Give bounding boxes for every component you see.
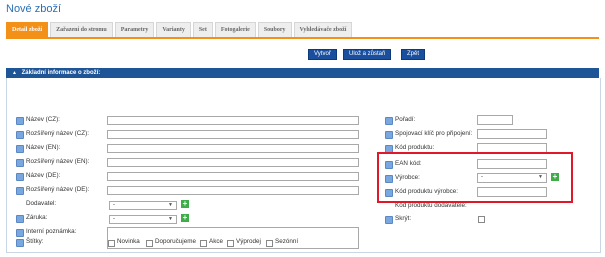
ext-name-en-input[interactable] <box>107 158 359 167</box>
tag-checkbox-doporucujeme[interactable] <box>146 240 153 247</box>
help-icon[interactable] <box>16 173 24 181</box>
warranty-value: - <box>113 216 115 222</box>
back-button[interactable]: Zpět <box>401 49 426 60</box>
tab-tree-assignment[interactable]: Zařazení do stromu <box>50 22 113 37</box>
hide-label: Skrýt: <box>395 215 412 222</box>
help-icon[interactable] <box>385 131 393 139</box>
tag-checkbox-novinka[interactable] <box>108 240 115 247</box>
help-icon[interactable] <box>16 117 24 125</box>
warranty-label: Záruka: <box>26 214 48 221</box>
tag-label-akce: Akce <box>209 238 223 245</box>
ext-name-cz-input[interactable] <box>107 130 359 139</box>
name-de-input[interactable] <box>107 172 359 181</box>
tab-set[interactable]: Set <box>192 22 213 37</box>
help-icon[interactable] <box>16 131 24 139</box>
ext-name-de-label: Rozšířený název (DE): <box>26 186 90 193</box>
section-title: Základní informace o zboží: <box>21 70 101 76</box>
order-input[interactable] <box>477 115 513 125</box>
tab-bar: Detail zboží Zařazení do stromu Parametr… <box>6 22 354 37</box>
product-code-label: Kód produktu: <box>395 144 435 151</box>
section-header[interactable]: ▲ Základní informace o zboží: <box>6 68 599 78</box>
tab-underline <box>6 37 599 39</box>
tab-search-engines[interactable]: Vyhledávače zboží <box>293 22 353 37</box>
hide-checkbox[interactable] <box>478 216 485 223</box>
create-button[interactable]: Vytvoř <box>308 49 337 60</box>
name-cz-input[interactable] <box>107 116 359 125</box>
help-icon[interactable] <box>16 239 24 247</box>
help-icon[interactable] <box>16 229 24 237</box>
tags-label: Štítky: <box>26 238 44 245</box>
tab-parameters[interactable]: Parametry <box>114 22 155 37</box>
ext-name-de-input[interactable] <box>107 186 359 195</box>
supplier-value: - <box>113 202 115 208</box>
tag-label-sezonni: Sezónní <box>275 238 299 245</box>
supplier-label: Dodavatel: <box>26 200 57 207</box>
warranty-select[interactable]: - ▼ <box>109 215 177 224</box>
supplier-select[interactable]: - ▼ <box>109 201 177 210</box>
chevron-down-icon: ▼ <box>168 216 173 222</box>
name-de-label: Název (DE): <box>26 172 61 179</box>
tab-variants[interactable]: Varianty <box>156 22 191 37</box>
internal-note-label: Interní poznámka: <box>26 228 77 235</box>
highlight-box <box>377 152 573 203</box>
name-en-input[interactable] <box>107 144 359 153</box>
page-title: Nové zboží <box>6 3 62 15</box>
tag-checkbox-akce[interactable] <box>200 240 207 247</box>
ext-name-en-label: Rozšířený název (EN): <box>26 158 90 165</box>
collapse-icon: ▲ <box>12 70 17 76</box>
order-label: Pořadí: <box>395 116 416 123</box>
tag-checkbox-vyprodej[interactable] <box>227 240 234 247</box>
help-icon[interactable] <box>16 187 24 195</box>
tab-photo-gallery[interactable]: Fotogalerie <box>214 22 256 37</box>
tag-label-novinka: Novinka <box>117 238 140 245</box>
help-icon[interactable] <box>16 159 24 167</box>
tab-detail[interactable]: Detail zboží <box>6 22 49 37</box>
add-warranty-button[interactable]: + <box>181 214 189 222</box>
link-key-label: Spojovací klíč pro připojení: <box>395 130 473 137</box>
help-icon[interactable] <box>16 215 24 223</box>
ext-name-cz-label: Rozšířený název (CZ): <box>26 130 89 137</box>
supplier-code-label: Kód produktu dodavatele: <box>395 202 467 209</box>
tag-label-doporucujeme: Doporučujeme <box>155 238 196 245</box>
tab-files[interactable]: Soubory <box>257 22 292 37</box>
save-and-stay-button[interactable]: Ulož a zůstaň <box>343 49 392 60</box>
chevron-down-icon: ▼ <box>168 202 173 208</box>
help-icon[interactable] <box>385 216 393 224</box>
link-key-input[interactable] <box>477 129 547 139</box>
add-supplier-button[interactable]: + <box>181 200 189 208</box>
help-icon[interactable] <box>385 117 393 125</box>
name-cz-label: Název (CZ): <box>26 116 60 123</box>
tag-checkbox-sezonni[interactable] <box>266 240 273 247</box>
help-icon[interactable] <box>16 145 24 153</box>
tag-label-vyprodej: Výprodej <box>236 238 261 245</box>
name-en-label: Název (EN): <box>26 144 61 151</box>
